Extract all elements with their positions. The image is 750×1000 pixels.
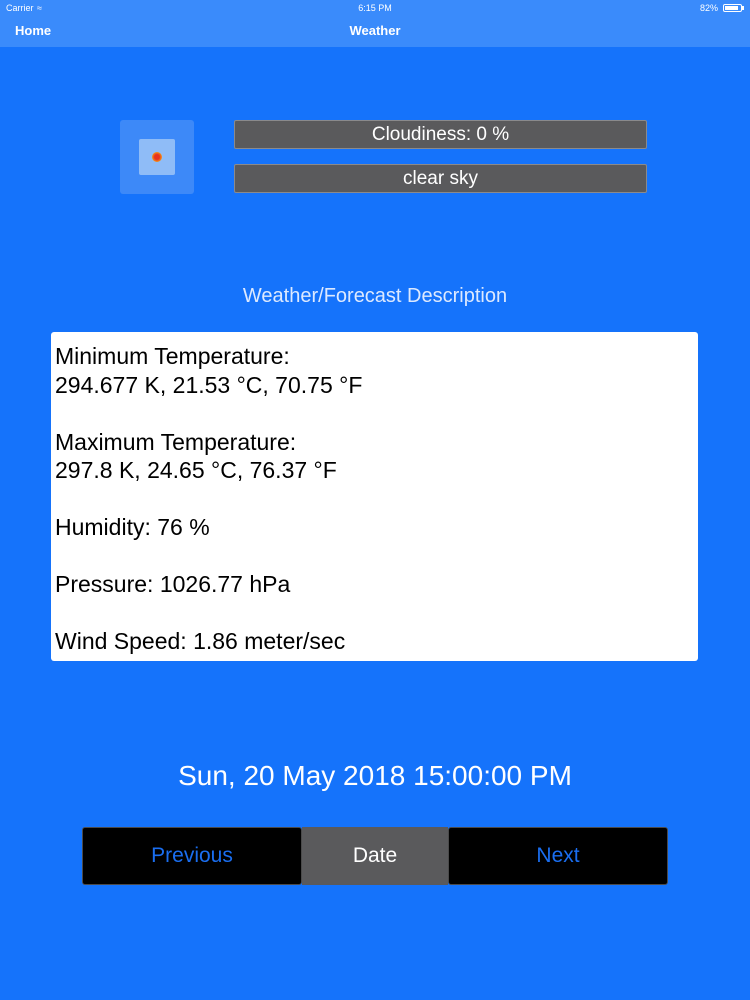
weather-icon-container [120,120,194,194]
weather-details-textbox[interactable]: Minimum Temperature: 294.677 K, 21.53 °C… [51,332,698,661]
status-bar: Carrier ≈ 6:15 PM 82% [0,0,750,16]
weather-description-label: clear sky [234,164,647,193]
details-heading: Weather/Forecast Description [242,285,508,307]
date-label: Date [302,827,448,885]
pressure-value: Pressure: 1026.77 hPa [55,571,291,597]
min-temperature-value: 294.677 K, 21.53 °C, 70.75 °F [55,371,363,398]
cloudiness-label: Cloudiness: 0 % [234,120,647,149]
forecast-date: Sun, 20 May 2018 15:00:00 PM [178,760,572,791]
wind-speed-value: Wind Speed: 1.86 meter/sec [55,628,346,654]
nav-title: Weather [349,23,401,38]
weather-icon-image [139,139,175,175]
max-temperature-label: Maximum Temperature: [55,428,297,455]
clear-sky-sun-icon [152,152,162,162]
battery-percent: 82% [699,3,718,13]
date-navigation-controls: Previous Date Next [82,827,668,885]
previous-button[interactable]: Previous [82,827,302,885]
battery-icon [723,4,744,12]
humidity-value: Humidity: 76 % [55,514,210,540]
navigation-bar: Home Weather [0,16,750,47]
next-button[interactable]: Next [448,827,668,885]
max-temperature-value: 297.8 K, 24.65 °C, 76.37 °F [55,457,337,483]
min-temperature-label: Minimum Temperature: [55,343,290,369]
status-time: 6:15 PM [358,3,392,13]
battery-fill [725,6,738,10]
battery-nub [742,6,744,10]
